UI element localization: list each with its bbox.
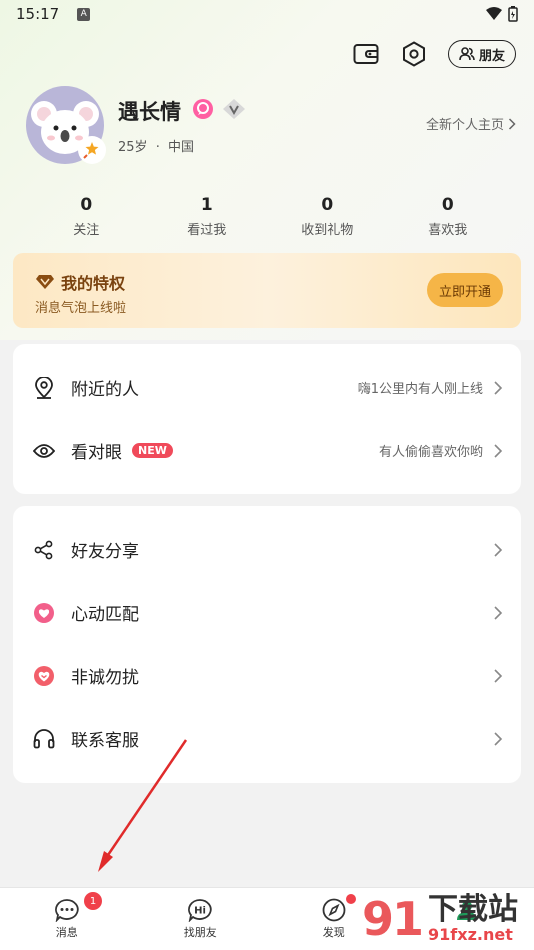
profile-section: 遇长情 25岁 · 中国 全新个人主页 bbox=[26, 86, 516, 166]
tab-label: 找朋友 bbox=[183, 926, 217, 939]
stat-viewed-me[interactable]: 1 看过我 bbox=[157, 195, 257, 238]
stat-number: 0 bbox=[321, 195, 334, 215]
stat-likes-me[interactable]: 0 喜欢我 bbox=[398, 195, 498, 238]
diamond-icon bbox=[36, 275, 54, 289]
menu-nearby-people[interactable]: 附近的人 嗨1公里内有人刚上线 bbox=[13, 356, 521, 419]
wallet-icon bbox=[353, 44, 379, 64]
magic-wand-icon bbox=[83, 142, 99, 159]
wifi-icon bbox=[486, 7, 502, 20]
new-badge: NEW bbox=[132, 443, 173, 458]
card-discover: 附近的人 嗨1公里内有人刚上线 看对眼 NEW 有人偷偷喜欢你哟 bbox=[13, 344, 521, 494]
wallet-button[interactable] bbox=[352, 40, 380, 68]
menu-label: 非诚勿扰 bbox=[71, 668, 139, 688]
pink-chat-badge-icon[interactable] bbox=[192, 98, 214, 120]
chevron-right-icon bbox=[494, 668, 503, 683]
watermark-url: 91fxz.net bbox=[428, 926, 519, 944]
watermark-cn: 下载站 bbox=[428, 892, 519, 927]
stat-gifts[interactable]: 0 收到礼物 bbox=[277, 195, 377, 238]
privilege-title: 我的特权 bbox=[35, 270, 125, 294]
menu-match-eyes[interactable]: 看对眼 NEW 有人偷偷喜欢你哟 bbox=[13, 419, 521, 482]
status-icons bbox=[486, 6, 518, 22]
homepage-link-label: 全新个人主页 bbox=[425, 118, 504, 133]
menu-share-friends[interactable]: 好友分享 bbox=[13, 518, 521, 581]
profile-region: 中国 bbox=[167, 140, 194, 155]
settings-hexagon-icon bbox=[402, 41, 425, 67]
privilege-title-text: 我的特权 bbox=[61, 274, 126, 293]
hi-bubble-icon: Hi bbox=[188, 899, 212, 922]
status-bar: 15:17 A bbox=[0, 0, 534, 28]
chevron-right-icon bbox=[494, 731, 503, 746]
stat-label: 关注 bbox=[73, 223, 100, 238]
notification-a-icon: A bbox=[77, 7, 91, 21]
stat-label: 看过我 bbox=[187, 223, 227, 238]
eye-icon bbox=[33, 440, 55, 462]
menu-label: 心动匹配 bbox=[71, 605, 139, 625]
chevron-right-icon bbox=[494, 605, 503, 620]
stat-number: 0 bbox=[80, 195, 93, 215]
friends-button-label: 朋友 bbox=[478, 48, 505, 64]
menu-customer-service[interactable]: 联系客服 bbox=[13, 707, 521, 770]
people-icon bbox=[459, 47, 475, 61]
menu-hint: 有人偷偷喜欢你哟 bbox=[378, 445, 483, 460]
profile-sub-info: 25岁 · 中国 bbox=[118, 136, 194, 155]
privilege-desc: 消息气泡上线啦 bbox=[35, 301, 127, 316]
profile-separator: · bbox=[155, 140, 160, 155]
location-pin-icon bbox=[33, 376, 55, 399]
tab-label: 发现 bbox=[322, 926, 345, 939]
share-icon bbox=[33, 539, 55, 561]
menu-heart-match[interactable]: 心动匹配 bbox=[13, 581, 521, 644]
menu-if-you-are-the-one[interactable]: 非诚勿扰 bbox=[13, 644, 521, 707]
menu-label: 附近的人 bbox=[71, 380, 139, 400]
homepage-link[interactable]: 全新个人主页 bbox=[426, 114, 516, 133]
profile-badges bbox=[192, 98, 246, 120]
stat-following[interactable]: 0 关注 bbox=[36, 195, 136, 238]
stat-number: 0 bbox=[441, 195, 454, 215]
chevron-right-icon bbox=[494, 443, 503, 458]
unread-badge: 1 bbox=[84, 892, 102, 910]
settings-button[interactable] bbox=[400, 40, 428, 68]
compass-icon bbox=[322, 898, 346, 922]
stat-label: 喜欢我 bbox=[428, 223, 468, 238]
headphones-icon bbox=[33, 728, 55, 750]
friends-button[interactable]: 朋友 bbox=[447, 40, 516, 68]
diamond-v-badge-icon[interactable] bbox=[222, 98, 246, 120]
chevron-right-icon bbox=[494, 542, 503, 557]
status-time: 15:17 bbox=[16, 5, 60, 23]
profile-age: 25岁 bbox=[118, 140, 148, 155]
menu-label: 看对眼 bbox=[71, 443, 122, 463]
watermark-logo: 91 bbox=[362, 892, 424, 946]
tab-find-friends[interactable]: Hi 找朋友 bbox=[134, 888, 268, 950]
heart-lock-icon bbox=[33, 665, 55, 687]
profile-name: 遇长情 bbox=[118, 100, 181, 124]
tab-messages[interactable]: 消息 1 bbox=[0, 888, 134, 950]
watermark: 91 下载站 91fxz.net bbox=[362, 888, 534, 950]
menu-label: 联系客服 bbox=[71, 731, 139, 751]
top-actions: 朋友 bbox=[352, 40, 516, 68]
open-now-button[interactable]: 立即开通 bbox=[426, 273, 503, 307]
heart-match-icon bbox=[33, 602, 55, 624]
chevron-right-icon bbox=[508, 117, 516, 130]
svg-text:Hi: Hi bbox=[194, 906, 206, 917]
avatar-edit-badge[interactable] bbox=[78, 136, 106, 164]
card-services: 好友分享 心动匹配 非诚勿扰 联系客服 bbox=[13, 506, 521, 783]
chat-bubble-icon bbox=[54, 899, 79, 922]
watermark-text: 下载站 91fxz.net bbox=[428, 892, 519, 944]
menu-label: 好友分享 bbox=[71, 542, 139, 562]
stat-label: 收到礼物 bbox=[301, 223, 354, 238]
new-dot bbox=[346, 894, 356, 904]
menu-hint: 嗨1公里内有人刚上线 bbox=[357, 382, 483, 397]
privilege-banner[interactable]: 我的特权 消息气泡上线啦 立即开通 bbox=[13, 253, 521, 328]
battery-icon bbox=[508, 6, 518, 22]
stats-row: 0 关注 1 看过我 0 收到礼物 0 喜欢我 bbox=[0, 195, 534, 238]
stat-number: 1 bbox=[200, 195, 213, 215]
tab-label: 消息 bbox=[55, 926, 78, 939]
chevron-right-icon bbox=[494, 380, 503, 395]
